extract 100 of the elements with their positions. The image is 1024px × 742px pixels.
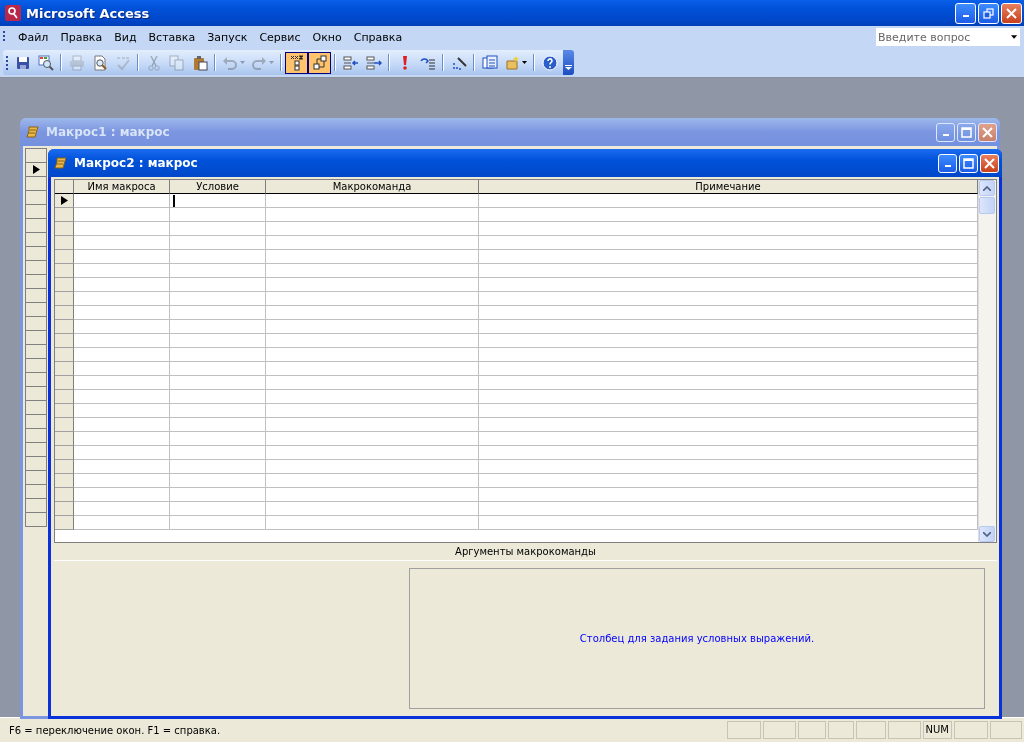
column-header[interactable]: Имя макроса: [74, 180, 170, 194]
table-cell[interactable]: [479, 474, 978, 488]
table-cell[interactable]: [479, 194, 978, 208]
table-cell[interactable]: [266, 460, 479, 474]
table-cell[interactable]: [479, 292, 978, 306]
table-cell[interactable]: [170, 474, 266, 488]
table-cell[interactable]: [266, 334, 479, 348]
table-cell[interactable]: [170, 376, 266, 390]
table-cell[interactable]: [170, 278, 266, 292]
table-cell[interactable]: [170, 236, 266, 250]
table-cell[interactable]: [479, 250, 978, 264]
table-cell[interactable]: [170, 516, 266, 530]
table-cell[interactable]: [74, 404, 170, 418]
table-cell[interactable]: [170, 460, 266, 474]
table-cell[interactable]: [74, 236, 170, 250]
table-cell[interactable]: [74, 222, 170, 236]
table-cell[interactable]: [479, 222, 978, 236]
column-header[interactable]: Условие: [170, 180, 266, 194]
table-cell[interactable]: [266, 292, 479, 306]
table-cell[interactable]: [170, 390, 266, 404]
table-cell[interactable]: [479, 334, 978, 348]
table-cell[interactable]: [74, 446, 170, 460]
table-cell[interactable]: [479, 208, 978, 222]
table-cell[interactable]: [266, 194, 479, 208]
table-cell[interactable]: [479, 278, 978, 292]
table-cell[interactable]: [266, 446, 479, 460]
menu-item[interactable]: Вид: [108, 28, 143, 46]
table-cell[interactable]: [266, 208, 479, 222]
table-cell[interactable]: [479, 488, 978, 502]
table-cell[interactable]: [170, 292, 266, 306]
table-cell[interactable]: [170, 348, 266, 362]
table-cell[interactable]: [170, 432, 266, 446]
table-cell[interactable]: [74, 474, 170, 488]
table-cell[interactable]: [266, 404, 479, 418]
table-cell[interactable]: [170, 194, 266, 208]
table-cell[interactable]: [74, 208, 170, 222]
vertical-scrollbar[interactable]: [978, 180, 996, 542]
table-cell[interactable]: [479, 404, 978, 418]
table-cell[interactable]: [479, 502, 978, 516]
table-cell[interactable]: [170, 208, 266, 222]
table-cell[interactable]: [74, 488, 170, 502]
table-cell[interactable]: [74, 376, 170, 390]
table-cell[interactable]: [170, 222, 266, 236]
table-cell[interactable]: [170, 306, 266, 320]
table-cell[interactable]: [74, 390, 170, 404]
table-cell[interactable]: [266, 278, 479, 292]
scroll-down-button[interactable]: [979, 526, 995, 542]
table-cell[interactable]: [74, 362, 170, 376]
table-cell[interactable]: [170, 446, 266, 460]
table-cell[interactable]: [74, 194, 170, 208]
scroll-thumb[interactable]: [979, 197, 995, 214]
table-cell[interactable]: [74, 264, 170, 278]
table-cell[interactable]: [170, 418, 266, 432]
table-cell[interactable]: [266, 222, 479, 236]
table-cell[interactable]: [266, 418, 479, 432]
menu-item[interactable]: Справка: [347, 28, 409, 46]
table-cell[interactable]: [74, 306, 170, 320]
toolbar-options-button[interactable]: [563, 50, 574, 75]
table-cell[interactable]: [266, 362, 479, 376]
menu-item[interactable]: Окно: [306, 28, 348, 46]
table-cell[interactable]: [74, 250, 170, 264]
scroll-up-button[interactable]: [979, 180, 995, 196]
menu-item[interactable]: Сервис: [253, 28, 307, 46]
table-cell[interactable]: [74, 418, 170, 432]
menu-item[interactable]: Запуск: [201, 28, 254, 46]
table-cell[interactable]: [479, 418, 978, 432]
column-header[interactable]: Макрокоманда: [266, 180, 479, 194]
table-cell[interactable]: [479, 362, 978, 376]
table-cell[interactable]: [266, 376, 479, 390]
table-cell[interactable]: [479, 446, 978, 460]
dropdown-button[interactable]: [1008, 28, 1020, 46]
table-cell[interactable]: [74, 278, 170, 292]
table-cell[interactable]: [479, 376, 978, 390]
table-cell[interactable]: [479, 306, 978, 320]
menu-item[interactable]: Правка: [54, 28, 109, 46]
table-cell[interactable]: [479, 460, 978, 474]
table-cell[interactable]: [266, 516, 479, 530]
table-cell[interactable]: [170, 250, 266, 264]
table-cell[interactable]: [479, 348, 978, 362]
table-cell[interactable]: [74, 348, 170, 362]
table-cell[interactable]: [266, 348, 479, 362]
table-cell[interactable]: [170, 404, 266, 418]
table-cell[interactable]: [170, 334, 266, 348]
row-selector[interactable]: [55, 194, 74, 208]
table-cell[interactable]: [170, 362, 266, 376]
table-cell[interactable]: [479, 516, 978, 530]
table-cell[interactable]: [266, 250, 479, 264]
table-cell[interactable]: [170, 264, 266, 278]
table-cell[interactable]: [74, 460, 170, 474]
table-cell[interactable]: [479, 390, 978, 404]
table-cell[interactable]: [266, 306, 479, 320]
column-header[interactable]: Примечание: [479, 180, 978, 194]
table-cell[interactable]: [74, 292, 170, 306]
table-cell[interactable]: [266, 390, 479, 404]
table-cell[interactable]: [266, 432, 479, 446]
table-cell[interactable]: [266, 502, 479, 516]
table-cell[interactable]: [74, 502, 170, 516]
table-cell[interactable]: [479, 264, 978, 278]
table-cell[interactable]: [266, 320, 479, 334]
table-cell[interactable]: [74, 516, 170, 530]
